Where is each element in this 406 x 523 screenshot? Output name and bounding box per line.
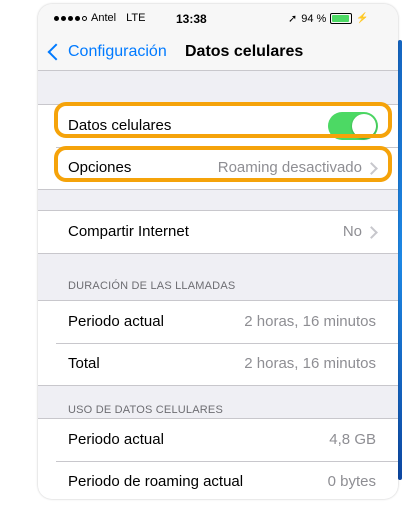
status-right-group: ➚ 94 % ⚡ bbox=[288, 12, 369, 26]
data-usage-group: Periodo actual 4,8 GB Periodo de roaming… bbox=[38, 418, 398, 499]
call-duration-header: DURACIÓN DE LAS LLAMADAS bbox=[68, 280, 236, 292]
back-button-label: Configuración bbox=[68, 43, 167, 60]
carrier-name: Antel bbox=[91, 12, 117, 24]
highlight-options bbox=[54, 146, 392, 182]
call-current-label: Periodo actual bbox=[68, 313, 164, 330]
data-current-label: Periodo actual bbox=[68, 431, 164, 448]
location-arrow-icon: ➚ bbox=[288, 13, 298, 25]
data-roaming-row: Periodo de roaming actual 0 bytes bbox=[38, 461, 398, 499]
phone-screen: Antel LTE 13:38 ➚ 94 % ⚡ Configuración D… bbox=[38, 4, 398, 499]
call-total-label: Total bbox=[68, 355, 100, 372]
status-time: 13:38 bbox=[176, 12, 207, 26]
status-bar: Antel LTE 13:38 ➚ 94 % ⚡ bbox=[38, 4, 398, 32]
data-current-value: 4,8 GB bbox=[329, 431, 376, 448]
chevron-right-icon bbox=[365, 226, 378, 239]
call-duration-group: Periodo actual 2 horas, 16 minutos Total… bbox=[38, 300, 398, 386]
call-current-row: Periodo actual 2 horas, 16 minutos bbox=[38, 301, 398, 343]
decorative-edge bbox=[398, 40, 402, 480]
call-total-value: 2 horas, 16 minutos bbox=[244, 355, 376, 372]
navigation-bar: Configuración Datos celulares bbox=[38, 32, 398, 71]
page-title: Datos celulares bbox=[185, 43, 304, 60]
battery-icon bbox=[330, 13, 353, 24]
network-type: LTE bbox=[126, 12, 146, 24]
call-current-value: 2 horas, 16 minutos bbox=[244, 313, 376, 330]
charging-bolt-icon: ⚡ bbox=[356, 13, 369, 24]
carrier-group: Antel LTE bbox=[54, 12, 145, 24]
call-total-row: Total 2 horas, 16 minutos bbox=[38, 343, 398, 385]
battery-percent: 94 % bbox=[301, 12, 327, 25]
highlight-cellular-data bbox=[54, 102, 392, 138]
hotspot-row[interactable]: Compartir Internet No bbox=[38, 211, 398, 253]
hotspot-value: No bbox=[342, 223, 362, 240]
data-current-row: Periodo actual 4,8 GB bbox=[38, 419, 398, 461]
data-roaming-label: Periodo de roaming actual bbox=[68, 473, 244, 490]
data-usage-header: USO DE DATOS CELULARES bbox=[68, 404, 223, 416]
hotspot-group: Compartir Internet No bbox=[38, 210, 398, 254]
hotspot-label: Compartir Internet bbox=[68, 223, 189, 240]
back-button[interactable]: Configuración bbox=[47, 43, 167, 61]
data-roaming-value: 0 bytes bbox=[327, 473, 376, 490]
signal-strength-icon bbox=[54, 15, 87, 21]
chevron-left-icon bbox=[47, 43, 65, 61]
